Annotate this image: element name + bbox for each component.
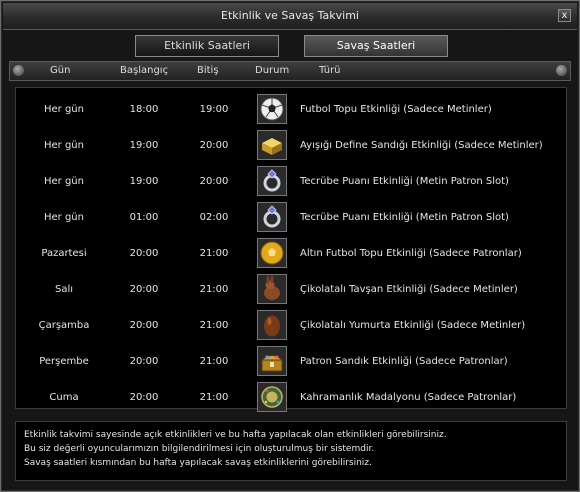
chocolate-bunny-icon[interactable] [257,274,287,304]
event-end-time: 21:00 [199,284,229,295]
event-day: Cuma [49,392,79,403]
event-start-time: 20:00 [129,392,159,403]
event-type: Kahramanlık Madalyonu (Sadece Patronlar) [300,392,517,403]
info-text-line: Bu siz değerli oyuncularımızın bilgilend… [24,444,375,454]
event-day: Her gün [44,176,84,187]
column-header-status: Durum [255,65,290,76]
event-day: Her gün [44,212,84,223]
event-start-time: 19:00 [129,140,159,151]
event-row: Perşembe 20:00 21:00 Patron Sandık Etkin… [16,344,566,379]
event-type: Tecrübe Puanı Etkinliği (Metin Patron Sl… [300,176,509,187]
football-icon[interactable] [257,94,287,124]
event-start-time: 20:00 [129,284,159,295]
event-day: Her gün [44,140,84,151]
event-start-time: 20:00 [129,320,159,331]
medal-icon[interactable] [257,382,287,412]
tab-event-hours[interactable]: Etkinlik Saatleri [135,35,279,57]
event-end-time: 21:00 [199,320,229,331]
event-start-time: 20:00 [129,248,159,259]
event-row: Her gün 18:00 19:00 Futbol Topu Etkinliğ… [16,92,566,127]
chocolate-egg-icon[interactable] [257,310,287,340]
rivet-icon [556,65,567,76]
event-end-time: 21:00 [199,248,229,259]
event-end-time: 21:00 [199,356,229,367]
event-type: Ayışığı Define Sandığı Etkinliği (Sadece… [300,140,543,151]
event-start-time: 18:00 [129,104,159,115]
event-type: Tecrübe Puanı Etkinliği (Metin Patron Sl… [300,212,509,223]
gold-chest-icon[interactable] [257,130,287,160]
window-title: Etkinlik ve Savaş Takvimi [221,9,359,22]
event-type: Patron Sandık Etkinliği (Sadece Patronla… [300,356,508,367]
event-calendar-window: Etkinlik ve Savaş Takvimi x Etkinlik Saa… [0,0,580,492]
info-panel: Etkinlik takvimi sayesinde açık etkinlik… [15,421,567,481]
event-row: Pazartesi 20:00 21:00 Altın Futbol Topu … [16,236,566,271]
ring-icon[interactable] [257,166,287,196]
close-button[interactable]: x [558,9,571,22]
event-day: Salı [54,284,74,295]
event-type: Altın Futbol Topu Etkinliği (Sadece Patr… [300,248,522,259]
golden-ball-icon[interactable] [257,238,287,268]
event-end-time: 20:00 [199,176,229,187]
rivet-icon [13,65,24,76]
event-list: Her gün 18:00 19:00 Futbol Topu Etkinliğ… [15,87,567,412]
event-day: Her gün [44,104,84,115]
event-type: Futbol Topu Etkinliği (Sadece Metinler) [300,104,492,115]
event-end-time: 02:00 [199,212,229,223]
event-end-time: 20:00 [199,140,229,151]
event-day: Çarşamba [38,320,90,331]
event-type: Çikolatalı Tavşan Etkinliği (Sadece Meti… [300,284,518,295]
info-text-line: Savaş saatleri kısmından bu hafta yapıla… [24,458,372,468]
info-text-line: Etkinlik takvimi sayesinde açık etkinlik… [24,430,447,440]
event-end-time: 21:00 [199,392,229,403]
event-row: Çarşamba 20:00 21:00 Çikolatalı Yumurta … [16,308,566,343]
event-day: Perşembe [39,356,89,367]
event-day: Pazartesi [41,248,87,259]
event-end-time: 19:00 [199,104,229,115]
event-row: Her gün 19:00 20:00 Ayışığı Define Sandı… [16,128,566,163]
column-header-start: Başlangıç [120,65,169,76]
event-row: Her gün 19:00 20:00 Tecrübe Puanı Etkinl… [16,164,566,199]
title-bar[interactable]: Etkinlik ve Savaş Takvimi x [3,3,577,30]
column-header-end: Bitiş [197,65,219,76]
event-start-time: 19:00 [129,176,159,187]
ring-icon[interactable] [257,202,287,232]
event-start-time: 20:00 [129,356,159,367]
column-header-day: Gün [50,65,71,76]
treasure-chest-icon[interactable] [257,346,287,376]
column-header-type: Türü [319,65,341,76]
event-row: Salı 20:00 21:00 Çikolatalı Tavşan Etkin… [16,272,566,307]
event-row: Cuma 20:00 21:00 Kahramanlık Madalyonu (… [16,380,566,415]
event-start-time: 01:00 [129,212,159,223]
event-type: Çikolatalı Yumurta Etkinliği (Sadece Met… [300,320,526,331]
column-header-bar: Gün Başlangıç Bitiş Durum Türü [9,61,571,81]
tab-war-hours[interactable]: Savaş Saatleri [304,35,448,57]
event-row: Her gün 01:00 02:00 Tecrübe Puanı Etkinl… [16,200,566,235]
